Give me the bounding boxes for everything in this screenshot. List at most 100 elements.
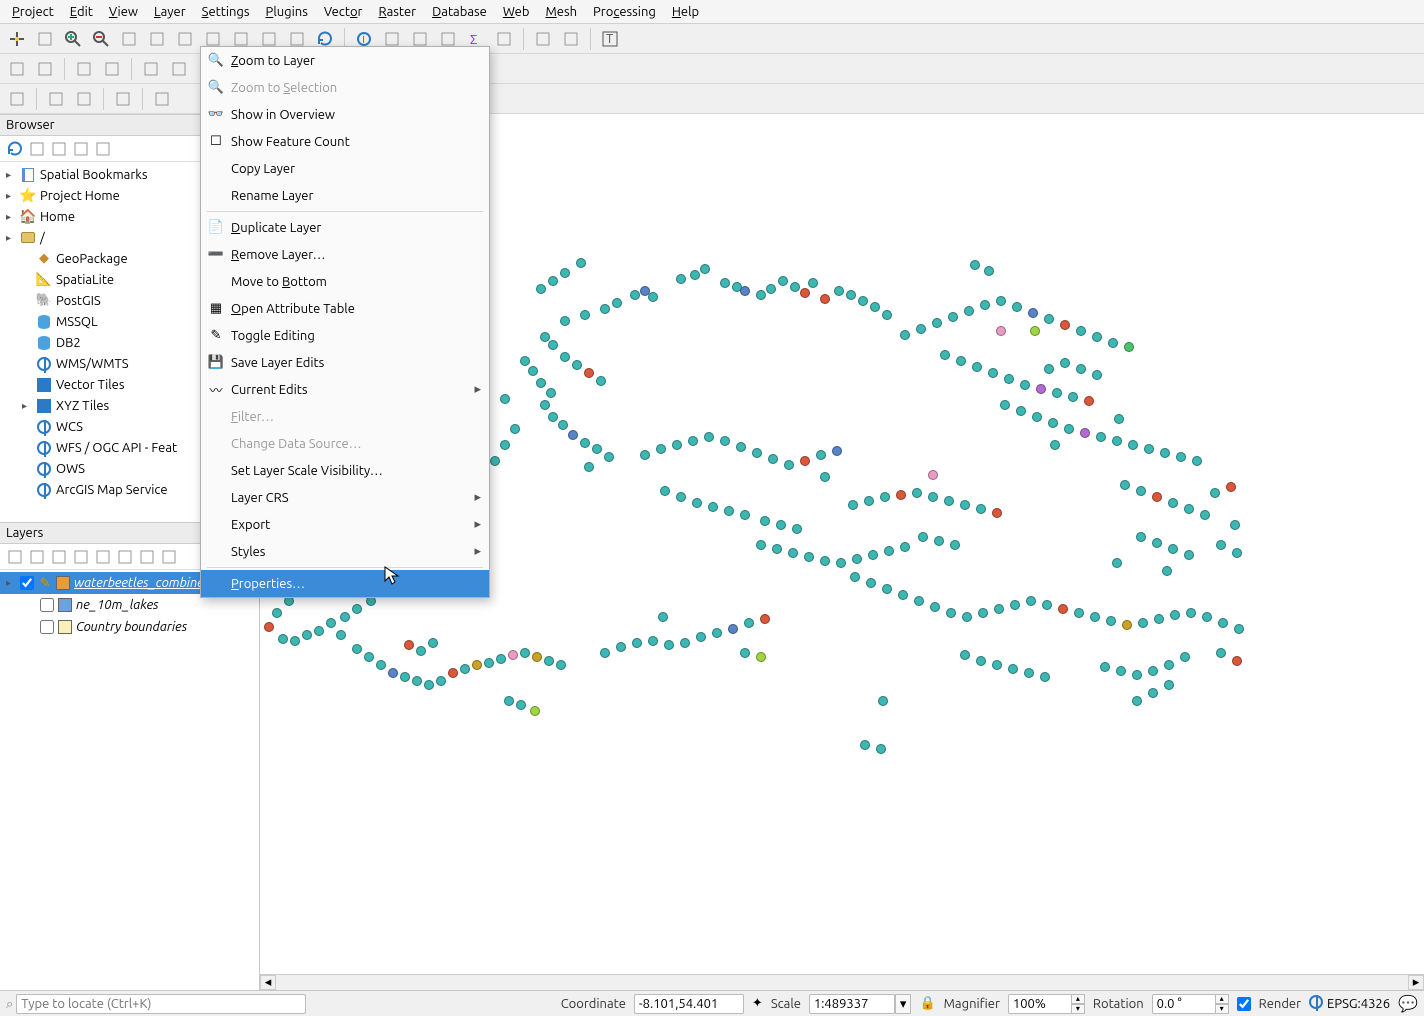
feature-point[interactable]: [1092, 332, 1102, 342]
feature-point[interactable]: [858, 296, 868, 306]
feature-point[interactable]: [756, 540, 766, 550]
menu-database[interactable]: Database: [424, 3, 495, 21]
feature-point[interactable]: [1114, 414, 1124, 424]
measure-icon[interactable]: [491, 26, 517, 52]
visibility-icon[interactable]: [50, 548, 68, 566]
feature-point[interactable]: [530, 706, 540, 716]
feature-point[interactable]: [436, 676, 446, 686]
menu-item-show-in-overview[interactable]: 👓Show in Overview: [201, 101, 489, 128]
feature-point[interactable]: [1076, 364, 1086, 374]
feature-point[interactable]: [616, 642, 626, 652]
feature-point[interactable]: [1106, 616, 1116, 626]
feature-point[interactable]: [600, 304, 610, 314]
feature-point[interactable]: [740, 510, 750, 520]
feature-point[interactable]: [516, 700, 526, 710]
feature-point[interactable]: [672, 440, 682, 450]
feature-point[interactable]: [760, 516, 770, 526]
feature-point[interactable]: [640, 450, 650, 460]
feature-point[interactable]: [584, 368, 594, 378]
feature-point[interactable]: [1234, 624, 1244, 634]
feature-point[interactable]: [428, 638, 438, 648]
feature-point[interactable]: [1020, 380, 1030, 390]
zoom-selection-icon[interactable]: [144, 26, 170, 52]
feature-point[interactable]: [948, 312, 958, 322]
scroll-right-arrow-icon[interactable]: ▸: [1408, 975, 1424, 990]
feature-point[interactable]: [656, 444, 666, 454]
feature-point[interactable]: [1060, 320, 1070, 330]
feature-point[interactable]: [878, 696, 888, 706]
feature-point[interactable]: [546, 388, 556, 398]
feature-point[interactable]: [792, 524, 802, 534]
feature-point[interactable]: [728, 624, 738, 634]
feature-point[interactable]: [278, 634, 288, 644]
label-grey-icon[interactable]: [138, 56, 164, 82]
feature-point[interactable]: [978, 608, 988, 618]
label-red-icon[interactable]: [71, 56, 97, 82]
feature-point[interactable]: [352, 604, 362, 614]
zoom-in-icon[interactable]: [60, 26, 86, 52]
feature-point[interactable]: [866, 578, 876, 588]
menu-view[interactable]: View: [101, 3, 146, 21]
feature-point[interactable]: [302, 630, 312, 640]
feature-point[interactable]: [756, 290, 766, 300]
menu-item-zoom-to-layer[interactable]: 🔍Zoom to Layer: [201, 47, 489, 74]
feature-point[interactable]: [898, 590, 908, 600]
feature-point[interactable]: [960, 500, 970, 510]
feature-point[interactable]: [1008, 664, 1018, 674]
feature-point[interactable]: [648, 636, 658, 646]
feature-point[interactable]: [724, 506, 734, 516]
feature-point[interactable]: [1160, 448, 1170, 458]
menu-item-rename-layer[interactable]: Rename Layer: [201, 182, 489, 209]
feature-point[interactable]: [1230, 520, 1240, 530]
feature-point[interactable]: [912, 488, 922, 498]
feature-point[interactable]: [1040, 672, 1050, 682]
feature-point[interactable]: [1226, 482, 1236, 492]
remove-icon[interactable]: [160, 548, 178, 566]
form-select-icon[interactable]: [149, 86, 175, 112]
feature-point[interactable]: [1218, 618, 1228, 628]
feature-point[interactable]: [976, 504, 986, 514]
feature-point[interactable]: [820, 472, 830, 482]
feature-point[interactable]: [820, 556, 830, 566]
feature-point[interactable]: [1012, 302, 1022, 312]
feature-point[interactable]: [756, 652, 766, 662]
feature-point[interactable]: [536, 378, 546, 388]
feature-point[interactable]: [946, 608, 956, 618]
menu-item-duplicate-layer[interactable]: 📄Duplicate Layer: [201, 214, 489, 241]
crs-button[interactable]: EPSG:4326: [1309, 995, 1390, 1012]
feature-point[interactable]: [540, 400, 550, 410]
layer-row-Country boundaries[interactable]: Country boundaries: [0, 616, 259, 638]
feature-point[interactable]: [836, 558, 846, 568]
feature-point[interactable]: [1028, 308, 1038, 318]
feature-point[interactable]: [914, 596, 924, 606]
feature-point[interactable]: [680, 638, 690, 648]
feature-point[interactable]: [340, 612, 350, 622]
feature-point[interactable]: [752, 448, 762, 458]
feature-point[interactable]: [996, 326, 1006, 336]
feature-point[interactable]: [604, 452, 614, 462]
feature-point[interactable]: [884, 546, 894, 556]
menu-item-export[interactable]: Export: [201, 511, 489, 538]
feature-point[interactable]: [472, 660, 482, 670]
feature-point[interactable]: [1164, 680, 1174, 690]
feature-point[interactable]: [876, 744, 886, 754]
feature-point[interactable]: [740, 286, 750, 296]
feature-point[interactable]: [800, 456, 810, 466]
feature-point[interactable]: [928, 492, 938, 502]
feature-point[interactable]: [660, 486, 670, 496]
menu-item-show-feature-count[interactable]: ☐Show Feature Count: [201, 128, 489, 155]
feature-point[interactable]: [412, 676, 422, 686]
menu-edit[interactable]: Edit: [62, 3, 101, 21]
feature-point[interactable]: [1050, 440, 1060, 450]
menu-item-properties[interactable]: Properties…: [201, 570, 489, 597]
feature-point[interactable]: [424, 680, 434, 690]
expand-arrow-icon[interactable]: ▸: [6, 190, 16, 202]
feature-point[interactable]: [460, 664, 470, 674]
magnifier-up-icon[interactable]: ▴: [1071, 994, 1085, 1004]
feature-point[interactable]: [676, 492, 686, 502]
feature-point[interactable]: [804, 552, 814, 562]
expand-icon[interactable]: [116, 548, 134, 566]
coordinate-toggle-icon[interactable]: ✦: [752, 996, 763, 1011]
feature-point[interactable]: [584, 462, 594, 472]
layers-list[interactable]: ▸✎waterbeetles_combinedne_10m_lakesCount…: [0, 570, 259, 990]
